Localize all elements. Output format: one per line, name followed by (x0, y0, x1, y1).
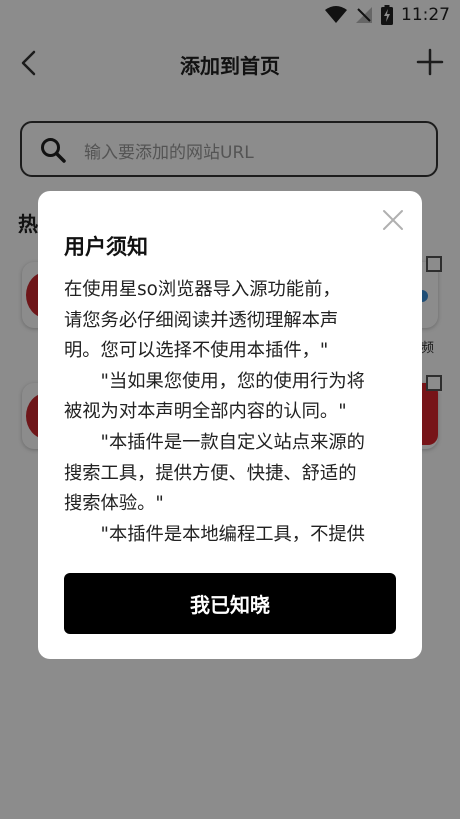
dialog-body-line: 请您务必仔细阅读并透彻理解本声 (64, 309, 339, 331)
dialog-title: 用户须知 (64, 235, 148, 259)
dialog-body-line: 在使用星so浏览器导入源功能前， (64, 279, 341, 300)
dialog-body-line: 明。您可以选择不使用本插件，" (64, 340, 329, 362)
user-notice-dialog: 用户须知 在使用星so浏览器导入源功能前， 请您务必仔细阅读并透彻理解本声 明。… (38, 191, 422, 659)
dialog-body-line: "本插件是本地编程工具，不提供 (64, 523, 365, 545)
dialog-body: 在使用星so浏览器导入源功能前， 请您务必仔细阅读并透彻理解本声 明。您可以选择… (64, 275, 400, 553)
dialog-body-line: "当如果您使用，您的使用行为将 (64, 370, 365, 392)
dialog-body-line: 搜索体验。" (64, 493, 164, 515)
close-icon[interactable] (382, 209, 404, 231)
dialog-body-line: 搜索工具，提供方便、快捷、舒适的 (64, 462, 357, 484)
dialog-body-line: "本插件是一款自定义站点来源的 (64, 431, 365, 453)
dialog-body-line: 被视为对本声明全部内容的认同。" (64, 401, 347, 423)
confirm-button[interactable]: 我已知晓 (64, 573, 396, 634)
